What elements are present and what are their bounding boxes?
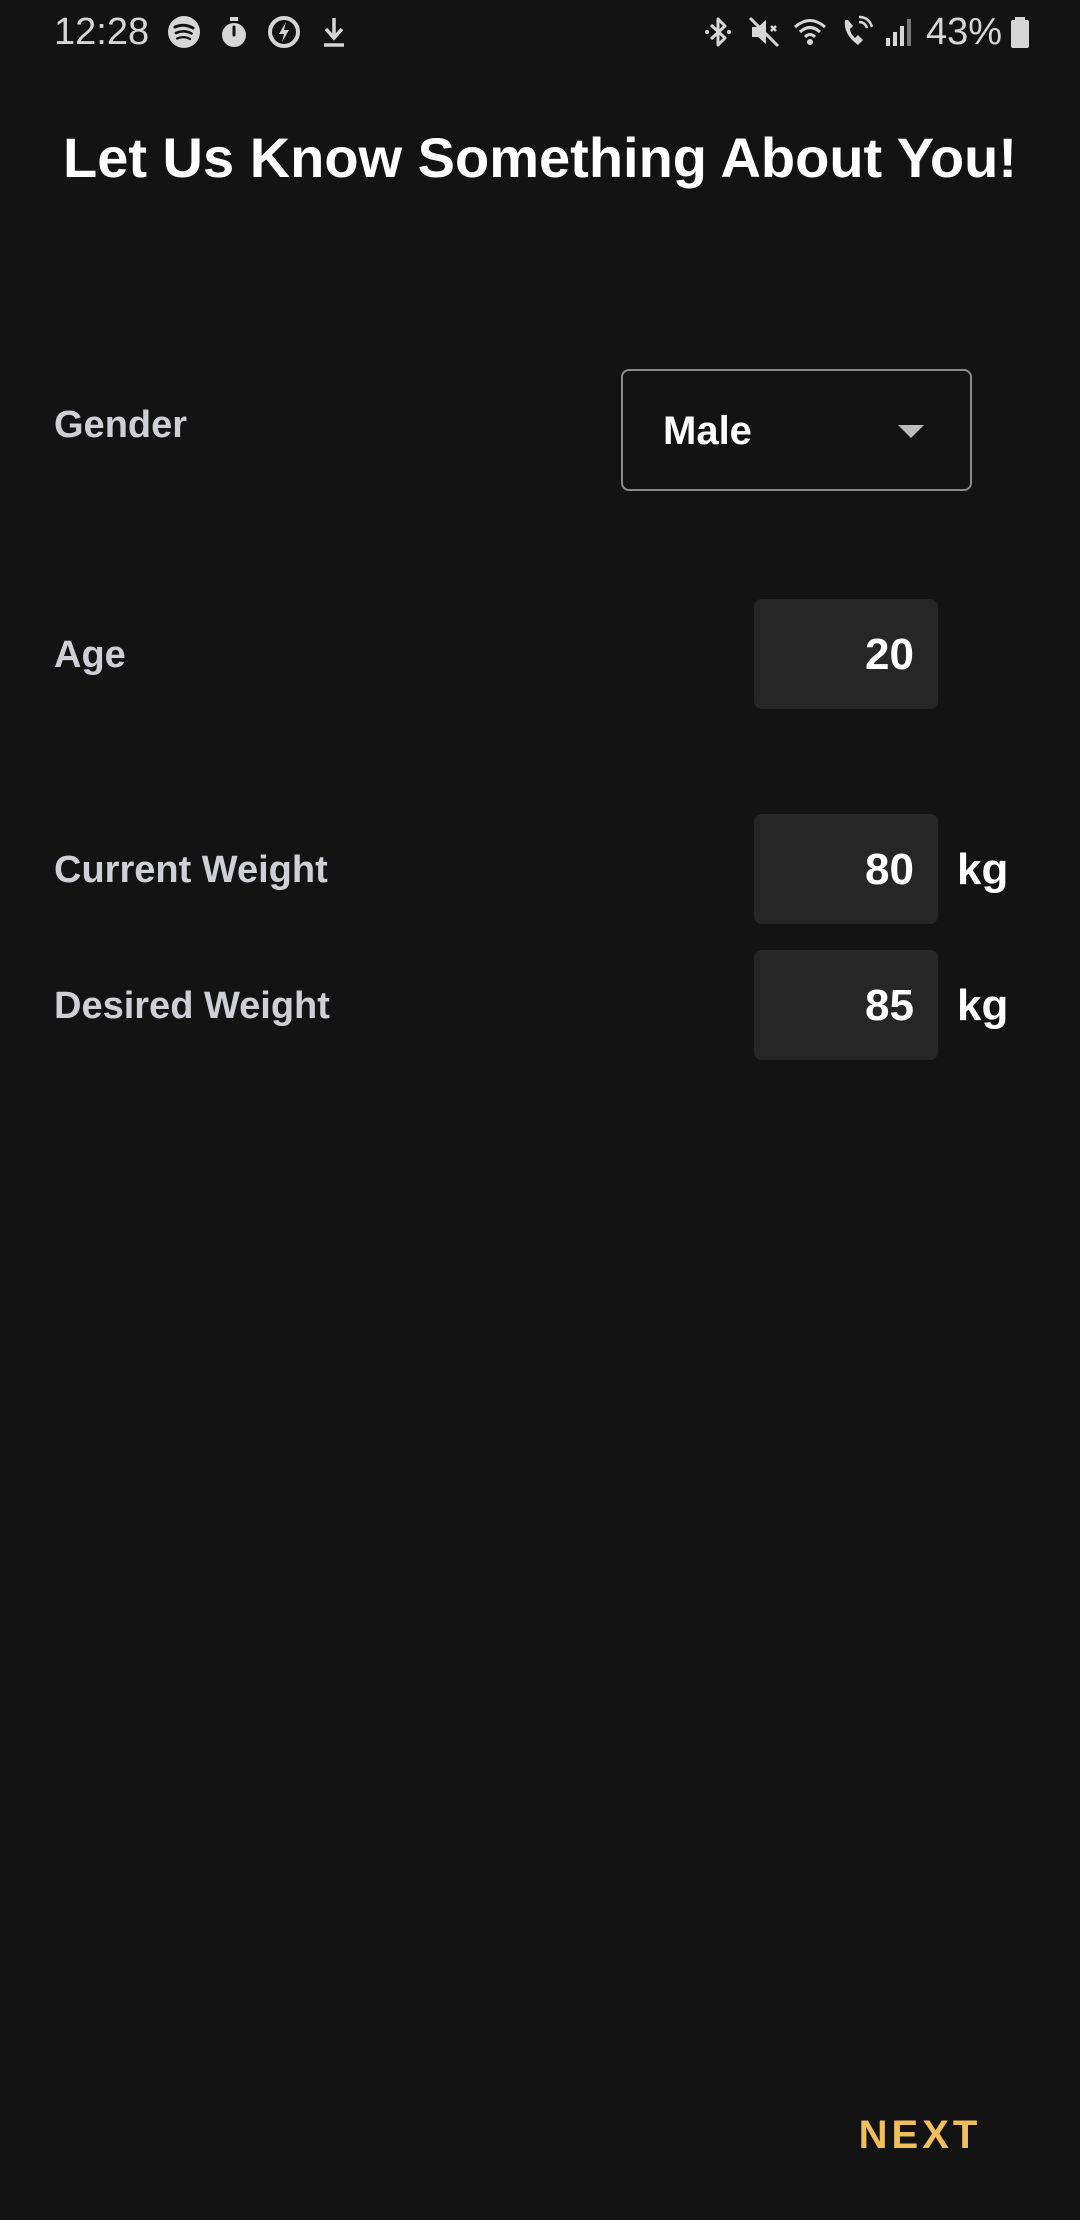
download-icon — [316, 14, 352, 50]
dropdown-arrow-icon — [898, 425, 924, 438]
power-saving-icon — [266, 14, 302, 50]
app-screen: 12:28 43% Let Us Know Something About Yo… — [0, 0, 1080, 2220]
age-input[interactable]: 20 — [754, 599, 938, 709]
desired-weight-label: Desired Weight — [54, 985, 330, 1027]
bluetooth-icon — [700, 14, 736, 50]
timer-icon — [216, 14, 252, 50]
age-value: 20 — [865, 630, 914, 679]
battery-icon — [1002, 14, 1038, 50]
current-weight-value: 80 — [865, 845, 914, 894]
current-weight-input[interactable]: 80 — [754, 814, 938, 924]
signal-icon — [882, 14, 918, 50]
gender-selected-value: Male — [663, 409, 752, 453]
desired-weight-value: 85 — [865, 981, 914, 1030]
wifi-calling-icon — [838, 14, 874, 50]
next-button[interactable]: NEXT — [830, 2100, 1010, 2170]
gender-label: Gender — [54, 404, 188, 446]
current-weight-unit: kg — [957, 845, 1009, 894]
wifi-icon — [792, 14, 828, 50]
spotify-icon — [166, 14, 202, 50]
gender-dropdown[interactable]: Male — [621, 369, 972, 491]
age-label: Age — [54, 634, 126, 676]
current-weight-label: Current Weight — [54, 849, 328, 891]
mute-icon — [746, 14, 782, 50]
page-title: Let Us Know Something About You! — [63, 126, 1017, 189]
desired-weight-input[interactable]: 85 — [754, 950, 938, 1060]
battery-percent: 43% — [926, 11, 1003, 53]
desired-weight-unit: kg — [957, 981, 1009, 1030]
status-time: 12:28 — [54, 11, 150, 53]
status-bar: 12:28 43% — [0, 0, 1080, 64]
